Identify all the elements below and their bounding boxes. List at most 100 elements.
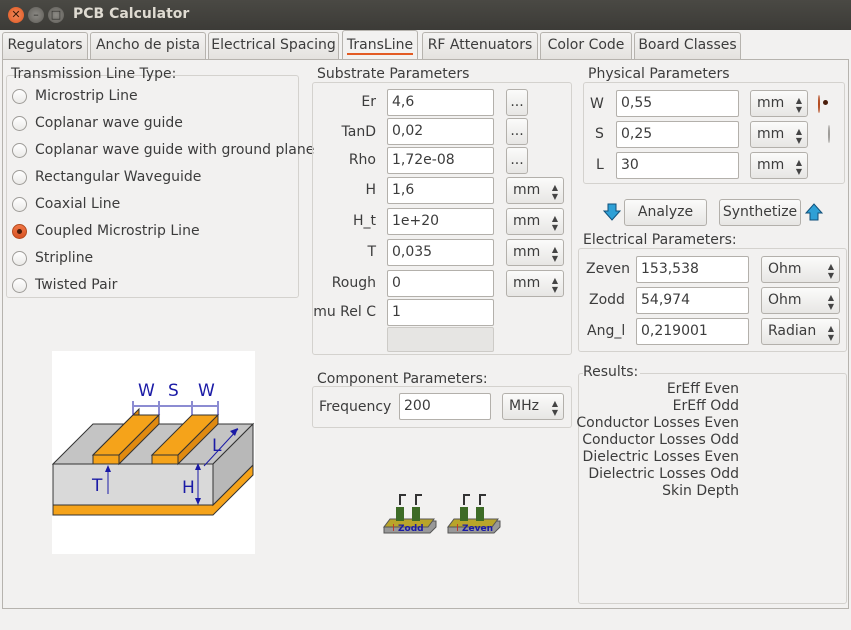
ang-l-unit-value: Radian [768,323,817,339]
w-target-radio[interactable] [818,95,820,113]
tab-electrical-spacing[interactable]: Electrical Spacing [208,32,339,59]
spin-arrows-icon: ▲ ▼ [795,127,802,145]
result-conductor-losses-odd: Conductor Losses Odd [582,432,739,448]
arrow-down-icon [603,203,621,221]
coupled-microstrip-diagram: W S W L T H [52,351,255,554]
w-unit-select[interactable]: mm ▲ ▼ [750,90,808,117]
tab-color-code[interactable]: Color Code [540,32,632,59]
radio-indicator[interactable] [12,196,27,212]
zodd-icon-label: Zodd [398,524,424,534]
radio-indicator-checked[interactable] [12,223,27,239]
s-target-radio[interactable] [828,125,830,143]
radio-rectangular-waveguide[interactable]: Rectangular Waveguide [12,167,201,187]
rho-browse-button[interactable]: ... [506,147,528,174]
murelc-input[interactable]: 1 [387,299,494,326]
physical-title: Physical Parameters [588,66,730,82]
tab-rf-attenuators[interactable]: RF Attenuators [422,32,538,59]
electrical-title: Electrical Parameters: [583,232,737,248]
h-t-input[interactable]: 1e+20 [387,208,494,235]
t-label: T [367,244,376,260]
radio-indicator[interactable] [12,88,27,104]
rough-unit-select[interactable]: mm ▲ ▼ [506,270,564,297]
radio-indicator[interactable] [12,142,27,158]
radio-coaxial[interactable]: Coaxial Line [12,194,120,214]
h-unit-select[interactable]: mm ▲ ▼ [506,177,564,204]
radio-indicator[interactable] [12,169,27,185]
zeven-label: Zeven [586,261,630,277]
spin-arrows-icon: ▲ ▼ [795,158,802,176]
zeven-icon-label: Zeven [462,524,493,534]
t-input[interactable]: 0,035 [387,239,494,266]
minimize-button[interactable]: – [28,7,44,23]
zodd-input[interactable]: 54,974 [636,287,749,314]
l-input[interactable]: 30 [616,152,739,179]
zeven-unit-select[interactable]: Ohm ▲ ▼ [761,256,840,283]
radio-microstrip[interactable]: Microstrip Line [12,86,138,106]
maximize-button[interactable]: □ [48,7,64,23]
frequency-input[interactable]: 200 [399,393,491,420]
component-title: Component Parameters: [317,371,488,387]
extra-disabled-input [387,327,494,352]
zodd-mode-icon: Zodd I [383,494,437,534]
s-unit-select[interactable]: mm ▲ ▼ [750,121,808,148]
h-input[interactable]: 1,6 [387,177,494,204]
zodd-unit-select[interactable]: Ohm ▲ ▼ [761,287,840,314]
rho-input[interactable]: 1,72e-08 [387,147,494,174]
tand-input[interactable]: 0,02 [387,118,494,145]
result-dielectric-losses-even: Dielectric Losses Even [582,449,739,465]
tab-ancho-de-pista[interactable]: Ancho de pista [90,32,206,59]
tab-board-classes[interactable]: Board Classes [634,32,741,59]
rough-input[interactable]: 0 [387,270,494,297]
w-input[interactable]: 0,55 [616,90,739,117]
rough-unit-value: mm [513,275,541,291]
h-t-label: H_t [352,213,376,229]
radio-label: Coupled Microstrip Line [35,223,200,239]
t-unit-value: mm [513,244,541,260]
radio-twisted-pair[interactable]: Twisted Pair [12,275,117,295]
tab-transline[interactable]: TransLine [342,30,418,60]
radio-indicator[interactable] [12,115,27,131]
synthetize-button[interactable]: Synthetize [719,199,801,226]
frequency-unit-select[interactable]: MHz ▲ ▼ [502,393,564,420]
radio-label: Coaxial Line [35,196,121,212]
s-input[interactable]: 0,25 [616,121,739,148]
radio-label: Coplanar wave guide [35,115,183,131]
window-title: PCB Calculator [73,6,190,22]
er-label: Er [361,94,376,110]
radio-stripline[interactable]: Stripline [12,248,93,268]
svg-text:I: I [456,523,459,534]
zeven-mode-icon: Zeven I [447,494,501,534]
tand-browse-button[interactable]: ... [506,118,528,145]
s-unit-value: mm [757,126,785,142]
diagram-label-w1: W [138,381,155,401]
ang-l-unit-select[interactable]: Radian ▲ ▼ [761,318,840,345]
close-button[interactable]: ✕ [8,7,24,23]
ang-l-label: Ang_l [587,323,626,339]
radio-coplanar[interactable]: Coplanar wave guide [12,113,183,133]
radio-label: Stripline [35,250,94,266]
h-t-unit-select[interactable]: mm ▲ ▼ [506,208,564,235]
tand-label: TanD [341,124,376,140]
radio-label: Rectangular Waveguide [35,169,202,185]
t-unit-select[interactable]: mm ▲ ▼ [506,239,564,266]
spin-arrows-icon: ▲ ▼ [551,399,558,417]
zeven-input[interactable]: 153,538 [636,256,749,283]
er-browse-button[interactable]: ... [506,89,528,116]
radio-label: Coplanar wave guide with ground plane [35,142,315,158]
radio-coplanar-ground[interactable]: Coplanar wave guide with ground plane [12,140,314,160]
radio-indicator[interactable] [12,277,27,293]
spin-arrows-icon: ▲ ▼ [551,183,558,201]
ang-l-input[interactable]: 0,219001 [636,318,749,345]
er-input[interactable]: 4,6 [387,89,494,116]
radio-coupled-microstrip[interactable]: Coupled Microstrip Line [12,221,200,241]
results-list: ErEff Even ErEff Odd Conductor Losses Ev… [576,381,739,501]
s-label: S [595,126,604,142]
line-type-title: Transmission Line Type: [11,66,177,82]
zodd-label: Zodd [589,292,625,308]
analyze-button[interactable]: Analyze [624,199,707,226]
tab-regulators[interactable]: Regulators [2,32,88,59]
result-ereff-odd: ErEff Odd [672,398,739,414]
spin-arrows-icon: ▲ ▼ [551,214,558,232]
radio-indicator[interactable] [12,250,27,266]
l-unit-select[interactable]: mm ▲ ▼ [750,152,808,179]
